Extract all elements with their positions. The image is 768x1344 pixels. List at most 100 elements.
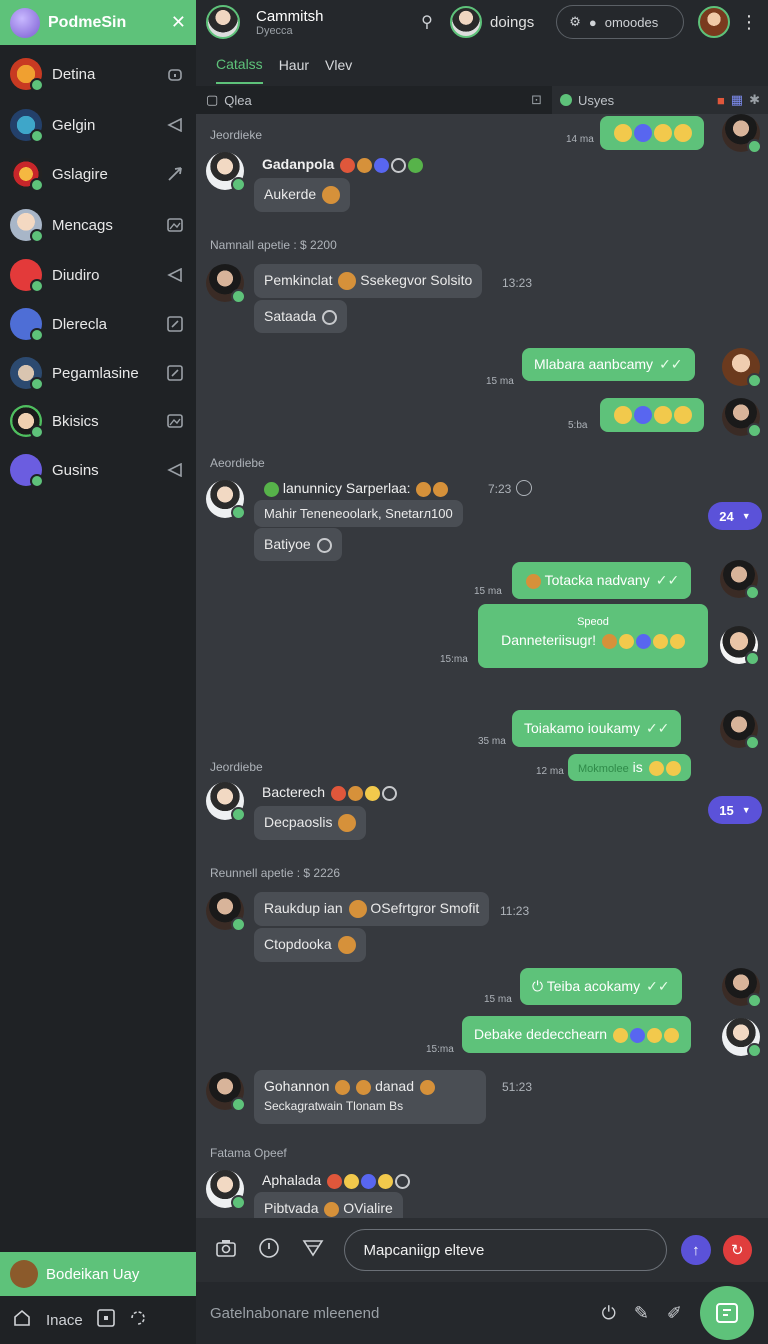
close-icon[interactable]: ✕: [171, 12, 186, 33]
double-check-icon: ✓✓: [645, 720, 670, 736]
message-bubble[interactable]: Pibtvada OVialire: [254, 1192, 403, 1218]
camera-icon[interactable]: [212, 1239, 239, 1262]
avatar[interactable]: [722, 398, 762, 438]
avatar[interactable]: [722, 1018, 762, 1058]
emoji-icon: [618, 633, 634, 649]
avatar: [10, 58, 44, 92]
unread-badge[interactable]: 15 ▼: [708, 796, 762, 824]
message-bubble-outgoing[interactable]: Speod Danneteriisugr!: [478, 604, 708, 668]
sidebar-item-diudiro[interactable]: Diudiro: [0, 251, 196, 299]
message-bubble[interactable]: Mahir Teneneoolark, Snetarл100: [254, 500, 463, 527]
grid-icon[interactable]: ▦: [731, 92, 743, 108]
speed-label: Speod: [577, 616, 609, 628]
avatar[interactable]: [722, 968, 762, 1008]
avatar[interactable]: [206, 264, 246, 304]
moods-pill[interactable]: ⚙ ● omoodes: [556, 5, 685, 39]
avatar[interactable]: [206, 480, 246, 520]
avatar[interactable]: [206, 892, 246, 932]
avatar: [10, 357, 44, 391]
filter-icon[interactable]: [299, 1238, 326, 1263]
sidebar-item-gslagire[interactable]: Gslagire: [0, 150, 196, 198]
emoji-message[interactable]: [600, 398, 704, 433]
current-user[interactable]: Bodeikan Uay: [0, 1252, 196, 1296]
inbox-label[interactable]: Inace: [46, 1312, 83, 1329]
message-bubble[interactable]: Pemkinclat Ssekegvor Solsito: [254, 264, 483, 299]
tab-haur[interactable]: Haur: [279, 47, 309, 83]
message-bubble-outgoing[interactable]: Debake dedecchearn: [462, 1016, 691, 1053]
emoji-icon: [634, 124, 652, 143]
tab-vlev[interactable]: Vlev: [325, 47, 352, 83]
sidebar-item-mencags[interactable]: Mencags: [0, 201, 196, 249]
avatar[interactable]: [206, 152, 246, 192]
avatar[interactable]: [720, 560, 760, 600]
home-icon[interactable]: [12, 1308, 32, 1333]
avatar[interactable]: [720, 626, 760, 666]
avatar: [10, 109, 44, 143]
emoji-icon: [652, 633, 668, 649]
emoji-icon: [665, 760, 681, 776]
message-bubble[interactable]: Decpaoslis: [254, 806, 367, 841]
message-bubble-outgoing[interactable]: ⏻ Teiba acokamy ✓✓: [520, 968, 682, 1005]
message-bubble-outgoing[interactable]: Mokmolee is: [568, 754, 691, 781]
message-bubble[interactable]: Gohannon danad Seckagratwain Tlonam Bs: [254, 1070, 486, 1124]
message-bubble[interactable]: Raukdup ian OSefrtgror Smofit: [254, 892, 490, 927]
sidebar-item-gusins[interactable]: Gusins: [0, 446, 196, 494]
tab-catalss[interactable]: Catalss: [216, 46, 263, 84]
sidebar-item-dlerecla[interactable]: Dlerecla: [0, 300, 196, 348]
emoji-message[interactable]: [600, 116, 704, 151]
timer-icon[interactable]: [255, 1237, 282, 1264]
sidebar-item-bkisics[interactable]: Bkisics: [0, 397, 196, 445]
chat-title-box[interactable]: Cammitsh Dyecca: [256, 8, 406, 37]
message-bubble[interactable]: Batiyoe: [254, 528, 342, 561]
sidebar-item-detina[interactable]: Detina: [0, 50, 196, 98]
avatar[interactable]: [722, 348, 762, 388]
message-bubble-outgoing[interactable]: Totacka nadvany ✓✓: [512, 562, 692, 599]
sub-bar-right: Usyes ■ ▦ ✱: [552, 86, 768, 114]
avatar: [10, 308, 44, 342]
avatar[interactable]: [720, 710, 760, 750]
sub-bar-left-label[interactable]: Qlea: [224, 93, 251, 108]
pen-icon[interactable]: ✎: [634, 1303, 649, 1324]
record-button[interactable]: ↻: [722, 1235, 753, 1265]
status-dot-icon: [560, 94, 572, 106]
avatar[interactable]: [722, 114, 762, 154]
avatar[interactable]: [206, 782, 246, 822]
message-bubble-outgoing[interactable]: Toiakamo ioukamy ✓✓: [512, 710, 682, 747]
avatar[interactable]: [206, 1072, 246, 1112]
expand-icon[interactable]: ⊡: [531, 92, 542, 108]
app-avatar[interactable]: [10, 7, 40, 38]
sender-name: Gadanpola: [262, 156, 424, 173]
message-bubble[interactable]: Sataada: [254, 300, 348, 333]
clock-icon: [381, 785, 397, 801]
emoji-icon: [361, 1173, 377, 1189]
message-bubble-outgoing[interactable]: Mlabara aanbcamy ✓✓: [522, 348, 695, 381]
sidebar-item-gelgin[interactable]: Gelgin: [0, 101, 196, 149]
sidebar-bottom-bar: Inace: [0, 1296, 196, 1344]
sidebar-item-label: Dlerecla: [52, 315, 108, 333]
pencil-icon[interactable]: ✐: [667, 1303, 682, 1324]
sidebar-item-label: Detina: [52, 65, 96, 83]
send-button[interactable]: ↑: [681, 1235, 711, 1265]
compose-button[interactable]: [700, 1286, 754, 1340]
sidebar-item-pegamlasine[interactable]: Pegamlasine: [0, 349, 196, 397]
unread-badge[interactable]: 24 ▼: [708, 502, 762, 530]
link-icon[interactable]: ⚲: [416, 12, 438, 32]
message-bubble[interactable]: Ctopdooka: [254, 928, 366, 963]
avatar[interactable]: [206, 1170, 246, 1210]
avatar[interactable]: [698, 6, 731, 38]
sidebar-item-label: Bkisics: [52, 412, 99, 430]
message-bubble[interactable]: Aukerde: [254, 178, 351, 213]
settings-icon[interactable]: ✱: [749, 92, 760, 108]
composer: Mapcaniigp elteve ↑ ↻: [196, 1218, 768, 1282]
message-input[interactable]: Mapcaniigp elteve: [344, 1229, 668, 1271]
refresh-icon[interactable]: [129, 1309, 147, 1332]
avatar[interactable]: [450, 6, 482, 38]
square-icon[interactable]: [96, 1308, 115, 1332]
doings-label[interactable]: doings: [490, 14, 534, 31]
flag-icon[interactable]: ■: [717, 93, 725, 108]
sender-name: Bacterech: [262, 784, 397, 801]
sub-bar-right-label[interactable]: Usyes: [578, 93, 614, 108]
more-icon[interactable]: ⋮: [740, 12, 758, 33]
avatar[interactable]: [206, 5, 240, 39]
power-icon[interactable]: ⏻: [602, 1303, 616, 1324]
